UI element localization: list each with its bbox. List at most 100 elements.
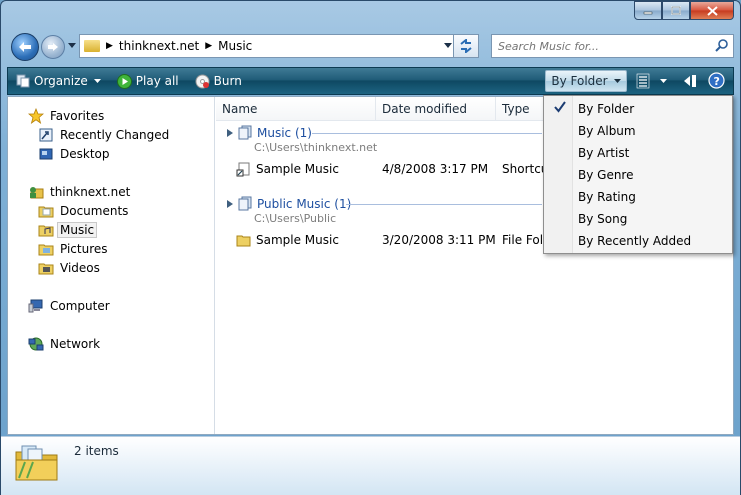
folder-icon: [84, 40, 100, 52]
search-icon[interactable]: [715, 39, 729, 53]
organize-button[interactable]: Organize: [8, 68, 109, 94]
menu-item-by-album[interactable]: By Album: [546, 120, 730, 141]
breadcrumb-music[interactable]: Music: [218, 39, 252, 53]
chevron-down-icon: [613, 79, 621, 83]
view-dropdown-label: By Folder: [551, 74, 608, 88]
address-bar[interactable]: ▶ thinknext.net ▶ Music: [79, 34, 459, 58]
nav-pictures[interactable]: Pictures: [38, 241, 108, 257]
menu-item-by-rating[interactable]: By Rating: [546, 186, 730, 207]
minimize-button[interactable]: [634, 1, 662, 20]
star-icon: [28, 108, 44, 124]
view-dropdown-menu: By Folder By Album By Artist By Genre By…: [543, 95, 733, 254]
svg-text:?: ?: [714, 75, 720, 88]
group-path: C:\Users\thinknext.net: [254, 141, 378, 154]
user-folder-icon: [30, 187, 44, 199]
music-folder-icon: [38, 225, 54, 237]
menu-item-by-folder[interactable]: By Folder: [546, 98, 730, 119]
videos-folder-icon: [38, 263, 54, 275]
explorer-window: ▶ thinknext.net ▶ Music Organize Play al…: [0, 0, 741, 495]
pictures-folder-icon: [38, 244, 54, 256]
burn-button[interactable]: Burn: [187, 68, 250, 94]
address-dropdown-icon[interactable]: [444, 43, 452, 48]
shortcut-icon: [236, 162, 250, 176]
computer-icon: [28, 299, 43, 313]
views-icon[interactable]: [636, 73, 650, 89]
close-button[interactable]: [690, 1, 734, 20]
breadcrumb-user[interactable]: thinknext.net: [119, 39, 199, 53]
network-icon: [28, 337, 44, 351]
play-all-label: Play all: [135, 74, 179, 88]
play-all-button[interactable]: Play all: [109, 68, 187, 94]
arrow-right-icon: [48, 43, 58, 51]
nav-desktop[interactable]: Desktop: [38, 146, 110, 162]
maximize-icon: [671, 6, 681, 15]
file-date: 4/8/2008 3:17 PM: [382, 162, 489, 176]
recent-pages-dropdown[interactable]: [68, 43, 76, 48]
back-button[interactable]: [11, 33, 39, 61]
nav-recently-changed[interactable]: Recently Changed: [38, 127, 169, 143]
file-row[interactable]: Sample Music: [236, 231, 339, 249]
group-header-music[interactable]: Music (1): [226, 125, 312, 140]
nav-videos[interactable]: Videos: [38, 260, 100, 276]
group-header-public-music[interactable]: Public Music (1): [226, 196, 351, 211]
folder-icon: [236, 235, 251, 247]
menu-item-by-artist[interactable]: By Artist: [546, 142, 730, 163]
nav-music[interactable]: Music: [38, 222, 98, 238]
column-name[interactable]: Name: [216, 97, 376, 121]
search-box[interactable]: [491, 34, 734, 58]
arrow-left-icon: [19, 42, 31, 52]
details-pane: 2 items: [1, 436, 740, 495]
organize-icon: [16, 74, 30, 88]
file-name: Sample Music: [256, 162, 339, 176]
file-type: Shortcu: [502, 162, 549, 176]
breadcrumb-chevron-icon[interactable]: ▶: [106, 41, 113, 51]
burn-disc-icon: [195, 74, 210, 88]
burn-label: Burn: [213, 74, 242, 88]
views-dropdown-icon[interactable]: [660, 79, 667, 83]
file-date: 3/20/2008 3:11 PM: [382, 233, 496, 247]
expand-arrow-icon[interactable]: [226, 199, 234, 209]
breadcrumb-chevron-icon[interactable]: ▶: [205, 41, 212, 51]
search-input[interactable]: [498, 39, 703, 53]
nav-computer[interactable]: Computer: [28, 298, 110, 314]
nav-favorites[interactable]: Favorites: [28, 108, 104, 124]
group-title: Music (1): [257, 125, 312, 140]
expand-arrow-icon[interactable]: [226, 128, 234, 138]
command-bar: Organize Play all Burn By Folder ?: [7, 67, 734, 95]
menu-item-by-recently-added[interactable]: By Recently Added: [546, 230, 730, 251]
forward-button[interactable]: [41, 35, 65, 59]
minimize-icon: [643, 11, 653, 14]
view-dropdown-button[interactable]: By Folder: [545, 70, 627, 92]
file-row[interactable]: Sample Music: [236, 160, 339, 178]
item-count: 2 items: [74, 444, 119, 458]
checkmark-icon: [554, 101, 566, 113]
address-row: ▶ thinknext.net ▶ Music: [9, 31, 734, 63]
recently-changed-icon: [39, 128, 53, 142]
refresh-icon: [460, 39, 472, 53]
organize-label: Organize: [34, 74, 88, 88]
nav-user-folder[interactable]: thinknext.net: [28, 184, 130, 200]
menu-item-by-song[interactable]: By Song: [546, 208, 730, 229]
music-library-icon: [15, 445, 58, 481]
group-divider: [312, 133, 542, 134]
nav-network[interactable]: Network: [28, 336, 100, 352]
desktop-icon: [39, 148, 53, 160]
folder-icon: [38, 206, 54, 218]
library-icon: [238, 125, 252, 140]
menu-item-by-genre[interactable]: By Genre: [546, 164, 730, 185]
navigation-pane: Favorites Recently Changed Desktop think…: [8, 97, 215, 434]
chevron-down-icon: [93, 79, 101, 83]
close-icon: [706, 5, 718, 16]
caption-buttons: [634, 1, 734, 20]
group-path: C:\Users\Public: [254, 212, 337, 225]
help-icon[interactable]: ?: [708, 72, 725, 89]
maximize-button[interactable]: [662, 1, 690, 20]
group-title: Public Music (1): [257, 196, 352, 211]
refresh-button[interactable]: [453, 34, 479, 58]
nav-documents[interactable]: Documents: [38, 203, 128, 219]
column-date-modified[interactable]: Date modified: [376, 97, 496, 121]
preview-pane-icon[interactable]: [682, 73, 698, 89]
library-icon: [238, 196, 252, 211]
group-divider: [346, 204, 542, 205]
file-name: Sample Music: [256, 233, 339, 247]
